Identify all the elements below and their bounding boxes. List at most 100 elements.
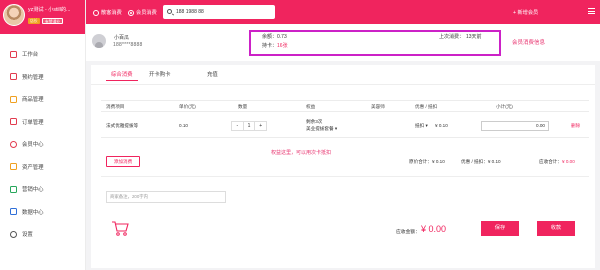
search-icon	[167, 9, 172, 14]
col-discount: 优惠 / 抵扣	[415, 104, 438, 109]
consume-panel: 综合消费 开卡购卡 充值 消费项目 单价(元) 数量 权益 美容师 优惠 / 抵…	[91, 65, 595, 268]
sidebar-item-data[interactable]: 数据中心	[0, 201, 85, 224]
qty-input[interactable]: 1	[242, 122, 256, 130]
search-value: 188 1988 88	[176, 9, 204, 15]
merchant-remark-input[interactable]: 商家备注，200字内	[106, 191, 226, 203]
wallet-icon	[10, 163, 17, 171]
original-total: 原价合计：¥ 0.10	[409, 159, 445, 164]
tab-recharge[interactable]: 充值	[207, 70, 218, 78]
sidebar-item-label: 资产管理	[22, 164, 44, 171]
delete-row-button[interactable]: 删除	[571, 123, 580, 129]
subtotal-input[interactable]: 0.00	[481, 121, 549, 131]
sidebar-item-label: 工作台	[22, 52, 39, 59]
tab-combined[interactable]: 综合消费	[106, 70, 138, 81]
member-balance: 余额：0.73	[262, 34, 287, 40]
sidebar-item-label: 商品管理	[22, 97, 44, 104]
add-member-button[interactable]: + 新增会员	[513, 9, 538, 16]
mode-walkin-radio[interactable]: 散客消费	[93, 9, 122, 16]
cart-icon	[112, 221, 129, 236]
col-subtotal: 小计(元)	[496, 104, 513, 109]
add-consume-button[interactable]: 添加消费	[106, 156, 140, 167]
sidebar-item-settings[interactable]: 设置	[0, 223, 85, 246]
sidebar-item-appointments[interactable]: 预约管理	[0, 66, 85, 89]
original-total-value: ¥ 0.10	[431, 159, 445, 164]
qty-plus-button[interactable]: +	[255, 122, 266, 130]
user-icon	[10, 140, 17, 148]
amount-due-label: 应收金额：	[396, 230, 420, 235]
member-name: 小百瓜	[114, 35, 130, 41]
gift-icon	[10, 185, 17, 193]
last-consume-value: 13天前	[466, 34, 482, 40]
deduct-select[interactable]: 抵扣 ▾	[415, 123, 428, 129]
save-button[interactable]: 保存	[481, 221, 519, 236]
box-icon	[10, 95, 17, 103]
col-rights: 权益	[306, 104, 316, 109]
shop-name: yz测试 - 小still的...	[28, 7, 71, 13]
top-bar: 散客消费 会员消费 188 1988 88 + 新增会员	[86, 0, 600, 24]
sidebar-item-label: 数据中心	[22, 209, 44, 216]
caret-down-icon: ▾	[334, 126, 338, 131]
rights-remaining: 剩余3次	[306, 119, 323, 124]
sidebar-item-label: 会员中心	[22, 142, 44, 149]
col-qty: 数量	[238, 104, 248, 109]
checkout-button[interactable]: 收款	[537, 221, 575, 236]
mode-member-radio[interactable]: 会员消费	[128, 9, 157, 16]
mode-member-label: 会员消费	[136, 10, 157, 16]
sidebar-item-label: 营销中心	[22, 187, 44, 194]
avatar[interactable]	[3, 4, 25, 26]
sidebar-item-members[interactable]: 会员中心	[0, 133, 85, 156]
member-info-annotation: 会员消费信息	[512, 40, 546, 46]
cards-value: 16张	[277, 43, 288, 49]
calendar-icon	[10, 73, 17, 81]
member-avatar	[92, 34, 106, 48]
consume-tabs: 综合消费 开卡购卡 充值	[91, 65, 595, 85]
table-row: 法式优雅提拔等 0.10 - 1 + 剩余3次 美业提拔套餐 ▾ 抵扣 ▾ ¥ …	[101, 114, 589, 138]
payable-total-value: ¥ 0.00	[561, 159, 575, 164]
sidebar-item-workbench[interactable]: 工作台	[0, 43, 85, 66]
member-info-card: 小百瓜 188****8888 余额：0.73 持卡：16张 上次消费： 13天…	[86, 24, 600, 61]
radio-icon	[93, 9, 99, 16]
sidebar-item-label: 订单管理	[22, 119, 44, 126]
tab-open-card[interactable]: 开卡购卡	[149, 70, 171, 78]
col-item: 消费项目	[106, 104, 125, 109]
monitor-icon	[10, 50, 17, 58]
order-icon	[10, 118, 17, 126]
qty-minus-button[interactable]: -	[232, 122, 243, 130]
sidebar-nav: 工作台 预约管理 商品管理 订单管理 会员中心 资产管理 营销中心 数据中心 设…	[0, 34, 85, 246]
divider	[101, 176, 589, 177]
balance-value: 0.73	[277, 34, 287, 40]
rights-select[interactable]: 美业提拔套餐 ▾	[306, 126, 337, 132]
caret-down-icon: ▾	[425, 123, 428, 128]
col-beautician: 美容师	[371, 104, 385, 109]
unit-price: 0.10	[179, 123, 188, 128]
discount-total-value: ¥ 0.10	[487, 159, 501, 164]
member-phone: 188****8888	[113, 42, 143, 48]
member-cards: 持卡：16张	[262, 43, 288, 49]
sidebar-item-assets[interactable]: 资产管理	[0, 156, 85, 179]
last-consume-label: 上次消费：	[439, 34, 465, 40]
gear-icon	[10, 230, 17, 238]
account-header[interactable]: yz测试 - 小still的... 店长 有赞通业	[0, 0, 85, 34]
quantity-stepper: - 1 +	[231, 121, 267, 131]
role-badge: 店长	[28, 18, 40, 24]
discount-total: 优惠 / 抵扣：¥ 0.10	[461, 159, 501, 164]
chart-icon	[10, 208, 17, 216]
sidebar-item-marketing[interactable]: 营销中心	[0, 178, 85, 201]
hamburger-menu-icon[interactable]	[588, 8, 595, 14]
sidebar-item-products[interactable]: 商品管理	[0, 88, 85, 111]
sidebar: yz测试 - 小still的... 店长 有赞通业 工作台 预约管理 商品管理 …	[0, 0, 86, 270]
item-name: 法式优雅提拔等	[106, 123, 139, 128]
sidebar-item-orders[interactable]: 订单管理	[0, 111, 85, 134]
deduct-value: ¥ 0.10	[435, 123, 448, 128]
member-search-input[interactable]: 188 1988 88	[163, 5, 275, 19]
sidebar-item-label: 设置	[22, 232, 33, 239]
col-price: 单价(元)	[179, 104, 196, 109]
sidebar-item-label: 预约管理	[22, 74, 44, 81]
table-header: 消费项目 单价(元) 数量 权益 美容师 优惠 / 抵扣 小计(元)	[101, 100, 589, 112]
mode-walkin-label: 散客消费	[101, 10, 122, 16]
rights-annotation: 权益这里，可以用次卡抵扣	[271, 150, 332, 156]
amount-due-value: ¥ 0.00	[421, 224, 447, 234]
edition-badge: 有赞通业	[42, 18, 64, 24]
payable-total: 应收合计：¥ 0.00	[539, 159, 575, 164]
radio-checked-icon	[128, 9, 134, 16]
